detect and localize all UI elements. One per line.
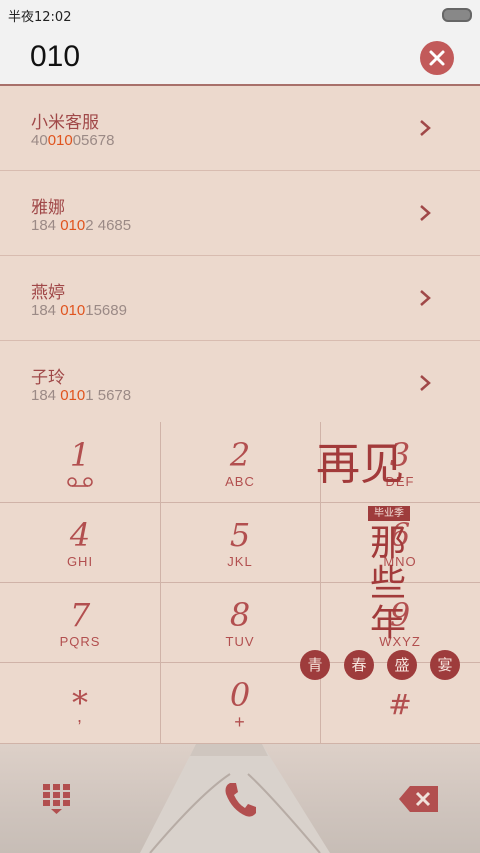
key-star[interactable]: * ,: [0, 662, 160, 742]
dialed-number[interactable]: 010: [30, 40, 80, 74]
contact-number: 184 0101 5678: [31, 387, 132, 404]
dial-input-bar: 010: [0, 28, 480, 86]
key-digit: 1: [69, 436, 91, 474]
key-0[interactable]: 0 +: [160, 662, 320, 742]
chevron-right-icon[interactable]: [418, 374, 432, 392]
key-digit: 0: [229, 676, 251, 714]
bottom-action-bar: [0, 744, 480, 853]
status-time: 半夜12:02: [8, 10, 72, 25]
contact-name: 子玲: [31, 368, 65, 388]
key-4[interactable]: 4 GHI: [0, 502, 160, 582]
key-letters: JKL: [227, 554, 253, 569]
status-bar: 半夜12:02: [0, 0, 480, 28]
voicemail-icon: [67, 477, 93, 487]
artwork-tag: 毕业季: [368, 506, 410, 521]
key-1[interactable]: 1: [0, 422, 160, 502]
artwork-seal: 青: [300, 650, 330, 680]
key-2[interactable]: 2 ABC: [160, 422, 320, 502]
key-5[interactable]: 5 JKL: [160, 502, 320, 582]
artwork-title-2: 那些年: [370, 523, 407, 644]
key-7[interactable]: 7 PQRS: [0, 582, 160, 662]
phone-icon[interactable]: [222, 780, 258, 818]
contact-row[interactable]: 子玲 184 0101 5678: [0, 341, 480, 425]
artwork-seal: 盛: [387, 650, 417, 680]
battery-icon: [442, 8, 472, 22]
key-digit: 7: [69, 596, 91, 634]
key-letters: PQRS: [59, 634, 101, 649]
contact-number: 184 01015689: [31, 302, 127, 319]
key-letters: GHI: [66, 554, 94, 569]
close-icon: [429, 50, 445, 66]
chevron-right-icon[interactable]: [418, 289, 432, 307]
contact-name: 雅娜: [31, 198, 65, 218]
artwork-seal: 春: [344, 650, 374, 680]
key-letters: +: [234, 712, 246, 732]
key-letters: ,: [76, 706, 83, 726]
contact-row[interactable]: 燕婷 184 01015689: [0, 256, 480, 341]
contact-name: 小米客服: [31, 113, 99, 133]
key-digit: 2: [229, 436, 251, 474]
contact-number: 184 0102 4685: [31, 217, 132, 234]
contact-row[interactable]: 小米客服 4001005678: [0, 86, 480, 171]
clear-button[interactable]: [420, 41, 454, 75]
contact-row[interactable]: 雅娜 184 0102 4685: [0, 171, 480, 256]
key-digit: #: [388, 688, 412, 721]
artwork-title-1: 再见: [316, 439, 404, 490]
chevron-right-icon[interactable]: [418, 204, 432, 222]
contact-name: 燕婷: [31, 283, 65, 303]
key-digit: 4: [69, 516, 91, 554]
chevron-right-icon[interactable]: [418, 119, 432, 137]
key-letters: ABC: [225, 474, 255, 489]
key-digit: 8: [229, 596, 251, 634]
keypad-icon[interactable]: [40, 782, 74, 816]
contact-number: 4001005678: [31, 132, 115, 149]
key-digit: 5: [229, 516, 251, 554]
key-letters: TUV: [225, 634, 255, 649]
backspace-icon[interactable]: [398, 784, 440, 814]
contact-results: 小米客服 4001005678 雅娜 184 0102 4685 燕婷 184 …: [0, 86, 480, 425]
artwork-seal: 宴: [430, 650, 460, 680]
key-8[interactable]: 8 TUV: [160, 582, 320, 662]
